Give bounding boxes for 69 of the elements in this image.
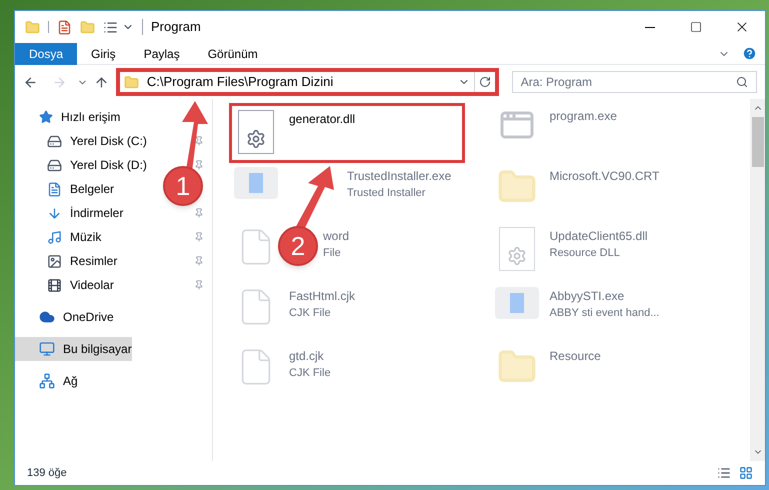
picture-icon [47, 254, 62, 268]
list-icon[interactable] [103, 20, 118, 34]
nav-item[interactable]: Bu bilgisayar [15, 337, 132, 361]
item-count: 139 öğe [27, 466, 68, 481]
file-name[interactable]: UpdateClient65.dll [550, 227, 648, 245]
nav-item[interactable]: Yerel Disk (C:) [47, 129, 151, 153]
nav-item[interactable]: Hızlı erişim [15, 105, 122, 129]
file-name[interactable]: word [323, 227, 350, 245]
refresh-icon[interactable] [478, 76, 491, 88]
file-name[interactable]: Microsoft.VC90.CRT [550, 167, 660, 185]
down-arrow-icon [47, 206, 62, 220]
scrollbar[interactable] [750, 99, 765, 461]
file-type: CJK File [289, 306, 332, 321]
window-title: Program [151, 18, 202, 36]
nav-item[interactable]: Ağ [15, 369, 122, 393]
file-name[interactable]: TrustedInstaller.exe [347, 167, 452, 185]
nav-item[interactable]: Videolar [47, 273, 118, 297]
search-field[interactable]: Ara: Program [512, 71, 757, 93]
gear-file-icon [238, 110, 274, 154]
file-type: Trusted Installer [347, 186, 426, 201]
file-name[interactable]: FastHtml.cjk [289, 287, 355, 305]
window-icon [234, 167, 278, 199]
file-name[interactable]: gtd.cjk [289, 347, 331, 365]
pin-icon[interactable] [194, 280, 204, 290]
file-name[interactable]: generator.dll [289, 110, 356, 128]
nav-item[interactable]: Resimler [47, 249, 122, 273]
help-icon[interactable] [742, 46, 757, 61]
folder-icon [124, 74, 139, 90]
ribbon-tab[interactable]: Görünüm [194, 42, 272, 64]
nav-item[interactable]: Yerel Disk (D:) [47, 153, 151, 177]
nav-item[interactable]: Belgeler [47, 177, 118, 201]
film-icon [47, 278, 62, 292]
file-type: File [323, 246, 342, 261]
pin-icon[interactable] [194, 256, 204, 266]
pin-icon[interactable] [194, 160, 204, 170]
file-type: CJK File [289, 366, 331, 381]
file-name[interactable]: AbbyySTI.exe [550, 287, 660, 305]
details-view-icon[interactable] [717, 466, 731, 480]
pin-icon[interactable] [194, 232, 204, 242]
nav-item[interactable]: OneDrive [15, 305, 122, 329]
search-icon[interactable] [736, 76, 748, 88]
music-note-icon [47, 230, 62, 244]
ribbon-tab[interactable]: Giriş [77, 42, 130, 64]
up-icon[interactable] [94, 74, 109, 90]
cloud-icon [39, 309, 55, 325]
file-name[interactable]: Resource [550, 347, 601, 365]
ribbon-tab[interactable]: Dosya [15, 42, 78, 64]
network-icon [39, 373, 55, 389]
nav-item[interactable]: Müzik [47, 225, 106, 249]
gear-file-icon [498, 227, 534, 271]
nav-item[interactable]: İndirmeler [47, 201, 128, 225]
window-icon [494, 287, 538, 319]
maximize-icon [690, 21, 702, 33]
minimize-icon [645, 26, 655, 28]
star-icon [39, 110, 53, 124]
drive-icon [47, 158, 62, 172]
back-icon[interactable] [23, 74, 38, 90]
drive-icon [47, 134, 62, 148]
scrollbar-thumb[interactable] [752, 117, 764, 167]
document-icon [47, 182, 62, 196]
pin-icon[interactable] [194, 136, 204, 146]
address-field[interactable]: C:\Program Files\Program Dizini [118, 71, 496, 93]
pin-icon[interactable] [194, 208, 204, 218]
file-type: Resource DLL [550, 246, 621, 261]
file-name[interactable]: program.exe [550, 107, 617, 125]
ribbon-tab[interactable]: Paylaş [130, 42, 194, 64]
file-type: ABBY sti event hand... [550, 306, 660, 321]
monitor-icon [39, 341, 55, 357]
tiles-view-icon[interactable] [739, 466, 753, 480]
